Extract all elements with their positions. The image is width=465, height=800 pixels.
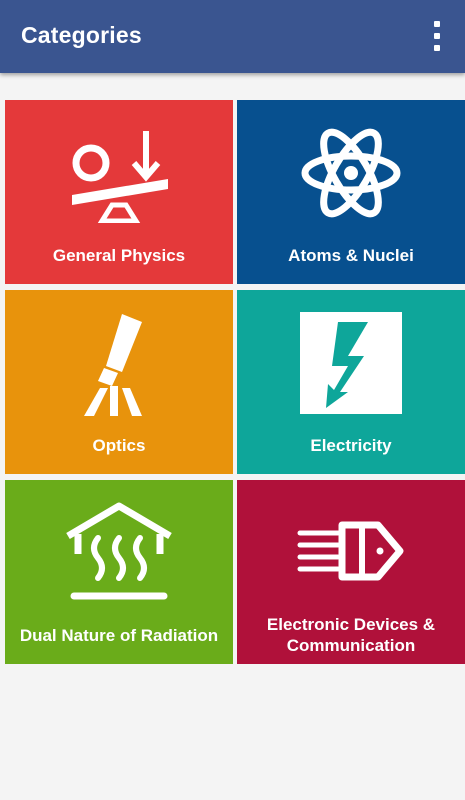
category-tile-electronic-devices-communication[interactable]: Electronic Devices & Communication (237, 480, 465, 664)
diode-device-icon (237, 498, 465, 608)
category-label: General Physics (52, 245, 186, 265)
balance-seesaw-icon (5, 118, 233, 228)
category-tile-dual-nature-of-radiation[interactable]: Dual Nature of Radiation (5, 480, 233, 664)
telescope-icon (5, 308, 233, 418)
category-tile-optics[interactable]: Optics (5, 290, 233, 474)
category-tile-general-physics[interactable]: General Physics (5, 100, 233, 284)
page-title: Categories (21, 22, 142, 48)
more-vert-icon[interactable] (427, 20, 447, 52)
category-label: Optics (92, 435, 146, 455)
category-label: Dual Nature of Radiation (19, 625, 219, 645)
app-bar: Categories (0, 0, 465, 73)
category-label: Electricity (310, 435, 392, 455)
atom-icon (237, 118, 465, 228)
heat-radiation-icon (5, 498, 233, 608)
category-label: Atoms & Nuclei (288, 245, 414, 265)
category-label: Electronic Devices & Communication (266, 615, 436, 655)
category-tile-electricity[interactable]: Electricity (237, 290, 465, 474)
lightning-bolt-icon (237, 308, 465, 418)
category-tile-atoms-nuclei[interactable]: Atoms & Nuclei (237, 100, 465, 284)
